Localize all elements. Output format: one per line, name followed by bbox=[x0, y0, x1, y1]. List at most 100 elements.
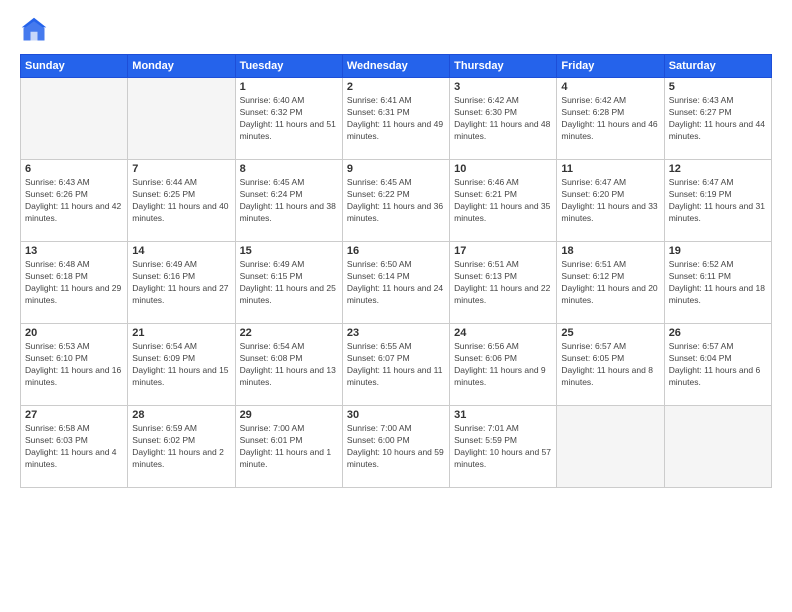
calendar-cell: 12 Sunrise: 6:47 AMSunset: 6:19 PMDayligh… bbox=[664, 160, 771, 242]
calendar-table: SundayMondayTuesdayWednesdayThursdayFrid… bbox=[20, 54, 772, 488]
weekday-friday: Friday bbox=[557, 55, 664, 78]
weekday-saturday: Saturday bbox=[664, 55, 771, 78]
day-number: 11 bbox=[561, 163, 659, 175]
cell-details: Sunrise: 6:47 AMSunset: 6:20 PMDaylight:… bbox=[561, 177, 659, 225]
calendar-cell: 27Sunrise: 6:58 AMSunset: 6:03 PMDayligh… bbox=[21, 406, 128, 488]
day-number: 22 bbox=[240, 327, 338, 339]
calendar-cell: 8Sunrise: 6:45 AMSunset: 6:24 PMDaylight… bbox=[235, 160, 342, 242]
day-number: 31 bbox=[454, 409, 552, 421]
day-number: 14 bbox=[132, 245, 230, 257]
day-number: 29 bbox=[240, 409, 338, 421]
day-number: 24 bbox=[454, 327, 552, 339]
day-number: 9 bbox=[347, 163, 445, 175]
cell-details: Sunrise: 7:00 AMSunset: 6:00 PMDaylight:… bbox=[347, 423, 445, 471]
weekday-tuesday: Tuesday bbox=[235, 55, 342, 78]
calendar-cell: 28 Sunrise: 6:59 AMSunset: 6:02 PMDayligh… bbox=[128, 406, 235, 488]
day-number: 15 bbox=[240, 245, 338, 257]
cell-details: Sunrise: 6:56 AMSunset: 6:06 PMDaylight:… bbox=[454, 341, 552, 389]
cell-details: Sunrise: 6:47 AMSunset: 6:19 PMDaylight:… bbox=[669, 177, 767, 225]
calendar-cell: 23 Sunrise: 6:55 AMSunset: 6:07 PMDayligh… bbox=[342, 324, 449, 406]
day-number: 12 bbox=[669, 163, 767, 175]
calendar-cell: 1 Sunrise: 6:40 AMSunset: 6:32 PMDaylight… bbox=[235, 78, 342, 160]
calendar-cell: 29 Sunrise: 7:00 AMSunset: 6:01 PMDayligh… bbox=[235, 406, 342, 488]
calendar-cell bbox=[21, 78, 128, 160]
weekday-wednesday: Wednesday bbox=[342, 55, 449, 78]
day-number: 5 bbox=[669, 81, 767, 93]
calendar-cell: 14 Sunrise: 6:49 AMSunset: 6:16 PMDayligh… bbox=[128, 242, 235, 324]
calendar-body: 1 Sunrise: 6:40 AMSunset: 6:32 PMDaylight… bbox=[21, 78, 772, 488]
day-number: 23 bbox=[347, 327, 445, 339]
cell-details: Sunrise: 6:57 AMSunset: 6:04 PMDaylight:… bbox=[669, 341, 767, 389]
calendar-cell: 19Sunrise: 6:52 AMSunset: 6:11 PMDayligh… bbox=[664, 242, 771, 324]
day-number: 2 bbox=[347, 81, 445, 93]
cell-details: Sunrise: 6:51 AMSunset: 6:12 PMDaylight:… bbox=[561, 259, 659, 307]
calendar-cell: 21 Sunrise: 6:54 AMSunset: 6:09 PMDayligh… bbox=[128, 324, 235, 406]
week-row-2: 6 Sunrise: 6:43 AMSunset: 6:26 PMDaylight… bbox=[21, 160, 772, 242]
week-row-5: 27Sunrise: 6:58 AMSunset: 6:03 PMDayligh… bbox=[21, 406, 772, 488]
logo-icon bbox=[20, 16, 48, 44]
cell-details: Sunrise: 6:43 AMSunset: 6:26 PMDaylight:… bbox=[25, 177, 123, 225]
day-number: 17 bbox=[454, 245, 552, 257]
week-row-1: 1 Sunrise: 6:40 AMSunset: 6:32 PMDaylight… bbox=[21, 78, 772, 160]
logo bbox=[20, 16, 52, 44]
calendar-cell: 20 Sunrise: 6:53 AMSunset: 6:10 PMDayligh… bbox=[21, 324, 128, 406]
calendar-cell: 9 Sunrise: 6:45 AMSunset: 6:22 PMDaylight… bbox=[342, 160, 449, 242]
calendar-cell: 16 Sunrise: 6:50 AMSunset: 6:14 PMDayligh… bbox=[342, 242, 449, 324]
calendar-cell: 10 Sunrise: 6:46 AMSunset: 6:21 PMDayligh… bbox=[450, 160, 557, 242]
calendar-cell: 25Sunrise: 6:57 AMSunset: 6:05 PMDayligh… bbox=[557, 324, 664, 406]
calendar-cell: 5Sunrise: 6:43 AMSunset: 6:27 PMDaylight… bbox=[664, 78, 771, 160]
cell-details: Sunrise: 6:54 AMSunset: 6:09 PMDaylight:… bbox=[132, 341, 230, 389]
cell-details: Sunrise: 6:45 AMSunset: 6:22 PMDaylight:… bbox=[347, 177, 445, 225]
day-number: 1 bbox=[240, 81, 338, 93]
day-number: 4 bbox=[561, 81, 659, 93]
calendar-cell: 2 Sunrise: 6:41 AMSunset: 6:31 PMDaylight… bbox=[342, 78, 449, 160]
calendar-cell: 4 Sunrise: 6:42 AMSunset: 6:28 PMDaylight… bbox=[557, 78, 664, 160]
week-row-4: 20 Sunrise: 6:53 AMSunset: 6:10 PMDayligh… bbox=[21, 324, 772, 406]
cell-details: Sunrise: 6:51 AMSunset: 6:13 PMDaylight:… bbox=[454, 259, 552, 307]
cell-details: Sunrise: 6:44 AMSunset: 6:25 PMDaylight:… bbox=[132, 177, 230, 225]
calendar-cell bbox=[557, 406, 664, 488]
weekday-monday: Monday bbox=[128, 55, 235, 78]
day-number: 16 bbox=[347, 245, 445, 257]
cell-details: Sunrise: 6:49 AMSunset: 6:16 PMDaylight:… bbox=[132, 259, 230, 307]
calendar-cell: 13Sunrise: 6:48 AMSunset: 6:18 PMDayligh… bbox=[21, 242, 128, 324]
day-number: 10 bbox=[454, 163, 552, 175]
day-number: 27 bbox=[25, 409, 123, 421]
calendar-cell bbox=[664, 406, 771, 488]
cell-details: Sunrise: 6:50 AMSunset: 6:14 PMDaylight:… bbox=[347, 259, 445, 307]
day-number: 7 bbox=[132, 163, 230, 175]
calendar-cell: 3 Sunrise: 6:42 AMSunset: 6:30 PMDaylight… bbox=[450, 78, 557, 160]
cell-details: Sunrise: 6:53 AMSunset: 6:10 PMDaylight:… bbox=[25, 341, 123, 389]
cell-details: Sunrise: 6:41 AMSunset: 6:31 PMDaylight:… bbox=[347, 95, 445, 143]
cell-details: Sunrise: 6:42 AMSunset: 6:30 PMDaylight:… bbox=[454, 95, 552, 143]
calendar-cell: 24 Sunrise: 6:56 AMSunset: 6:06 PMDayligh… bbox=[450, 324, 557, 406]
day-number: 28 bbox=[132, 409, 230, 421]
day-number: 3 bbox=[454, 81, 552, 93]
calendar-cell: 11 Sunrise: 6:47 AMSunset: 6:20 PMDayligh… bbox=[557, 160, 664, 242]
cell-details: Sunrise: 6:40 AMSunset: 6:32 PMDaylight:… bbox=[240, 95, 338, 143]
day-number: 26 bbox=[669, 327, 767, 339]
weekday-sunday: Sunday bbox=[21, 55, 128, 78]
calendar-cell bbox=[128, 78, 235, 160]
day-number: 6 bbox=[25, 163, 123, 175]
cell-details: Sunrise: 6:55 AMSunset: 6:07 PMDaylight:… bbox=[347, 341, 445, 389]
calendar-cell: 22 Sunrise: 6:54 AMSunset: 6:08 PMDayligh… bbox=[235, 324, 342, 406]
cell-details: Sunrise: 6:46 AMSunset: 6:21 PMDaylight:… bbox=[454, 177, 552, 225]
calendar-cell: 30 Sunrise: 7:00 AMSunset: 6:00 PMDayligh… bbox=[342, 406, 449, 488]
cell-details: Sunrise: 6:42 AMSunset: 6:28 PMDaylight:… bbox=[561, 95, 659, 143]
weekday-header-row: SundayMondayTuesdayWednesdayThursdayFrid… bbox=[21, 55, 772, 78]
week-row-3: 13Sunrise: 6:48 AMSunset: 6:18 PMDayligh… bbox=[21, 242, 772, 324]
cell-details: Sunrise: 6:45 AMSunset: 6:24 PMDaylight:… bbox=[240, 177, 338, 225]
cell-details: Sunrise: 6:59 AMSunset: 6:02 PMDaylight:… bbox=[132, 423, 230, 471]
day-number: 30 bbox=[347, 409, 445, 421]
calendar-cell: 7 Sunrise: 6:44 AMSunset: 6:25 PMDaylight… bbox=[128, 160, 235, 242]
cell-details: Sunrise: 6:54 AMSunset: 6:08 PMDaylight:… bbox=[240, 341, 338, 389]
header bbox=[20, 16, 772, 44]
calendar-cell: 26 Sunrise: 6:57 AMSunset: 6:04 PMDayligh… bbox=[664, 324, 771, 406]
day-number: 21 bbox=[132, 327, 230, 339]
day-number: 20 bbox=[25, 327, 123, 339]
cell-details: Sunrise: 6:49 AMSunset: 6:15 PMDaylight:… bbox=[240, 259, 338, 307]
calendar-cell: 31Sunrise: 7:01 AMSunset: 5:59 PMDayligh… bbox=[450, 406, 557, 488]
cell-details: Sunrise: 7:00 AMSunset: 6:01 PMDaylight:… bbox=[240, 423, 338, 471]
cell-details: Sunrise: 6:52 AMSunset: 6:11 PMDaylight:… bbox=[669, 259, 767, 307]
